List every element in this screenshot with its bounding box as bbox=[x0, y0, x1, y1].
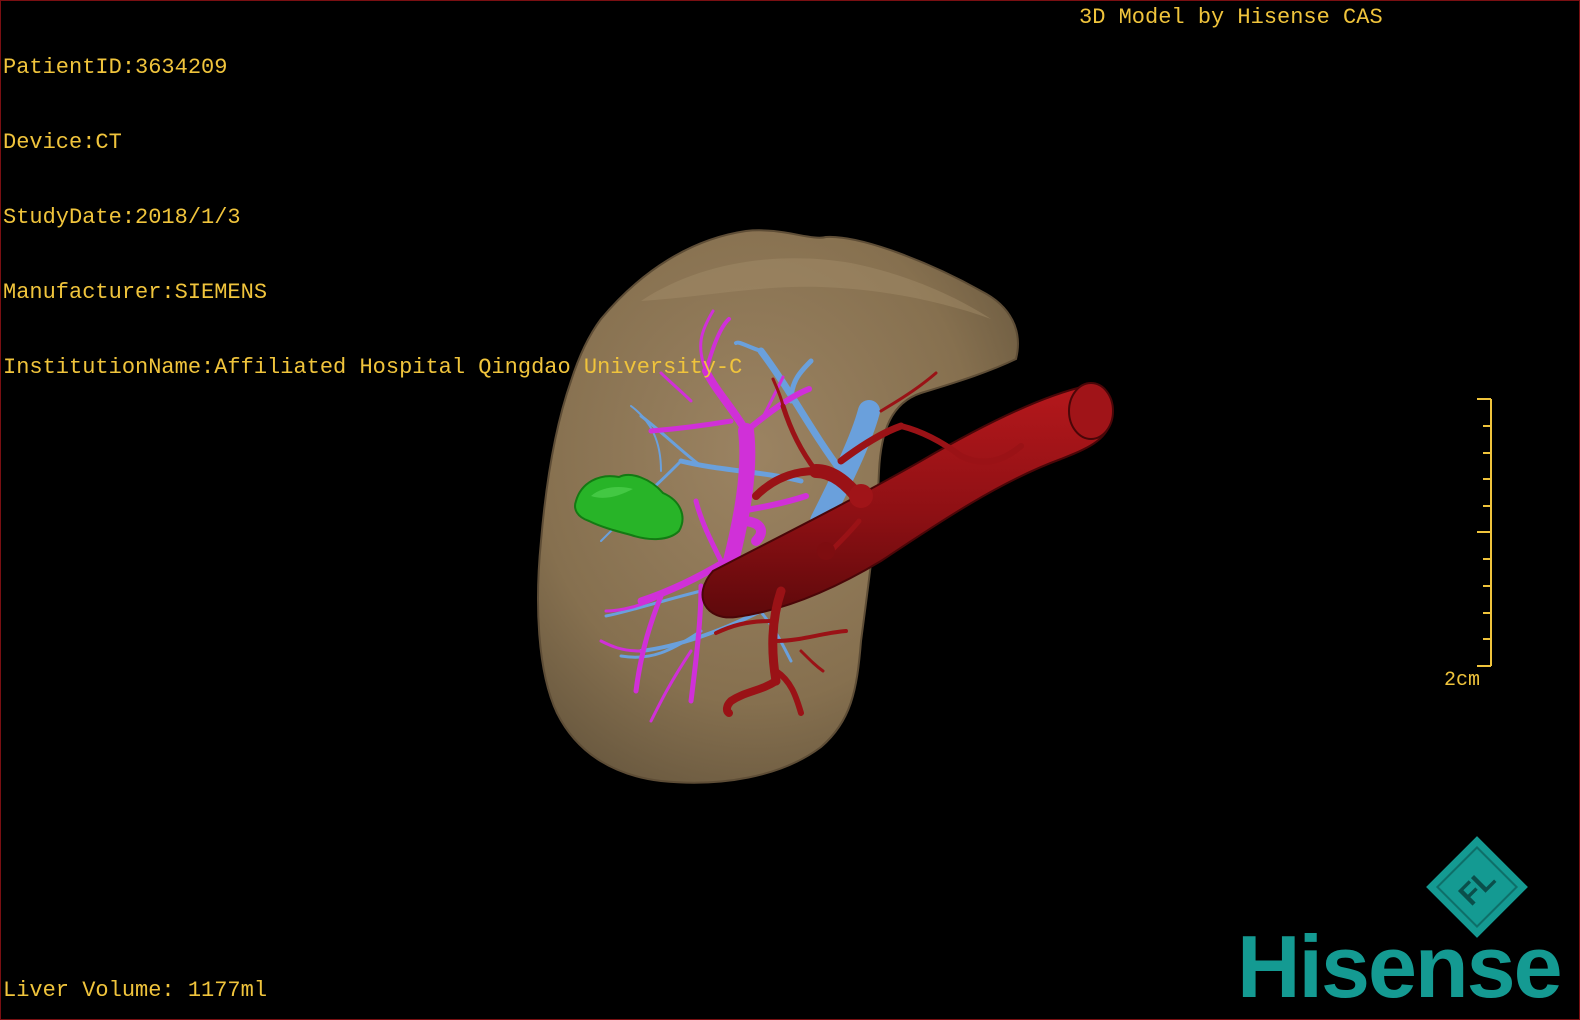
3d-model-viewport[interactable]: FL PatientID:3634209 Device:CT StudyDate… bbox=[0, 0, 1580, 1020]
scale-label: 2cm bbox=[1444, 669, 1481, 692]
model-credit: 3D Model by Hisense CAS bbox=[1079, 5, 1383, 30]
scale-bar bbox=[1477, 398, 1492, 667]
patient-info-overlay: PatientID:3634209 Device:CT StudyDate:20… bbox=[3, 5, 742, 430]
study-date: StudyDate:2018/1/3 bbox=[3, 205, 241, 230]
patient-id: PatientID:3634209 bbox=[3, 55, 228, 80]
liver-volume: Liver Volume: 1177ml bbox=[3, 978, 268, 1003]
hisense-brand-wordmark: Hisense bbox=[1237, 917, 1563, 1016]
institution-name: InstitutionName:Affiliated Hospital Qing… bbox=[3, 355, 743, 380]
manufacturer: Manufacturer:SIEMENS bbox=[3, 280, 268, 305]
device: Device:CT bbox=[3, 130, 122, 155]
